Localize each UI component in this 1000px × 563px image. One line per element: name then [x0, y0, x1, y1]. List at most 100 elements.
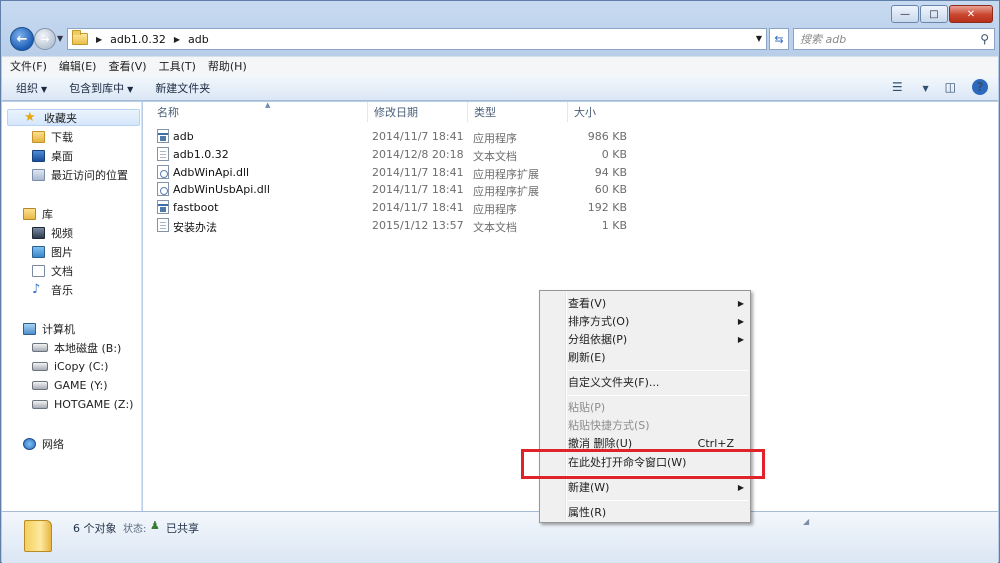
nav-desktop[interactable]: 桌面 — [32, 147, 73, 164]
refresh-button[interactable]: ⇆ — [769, 28, 789, 50]
menu-view[interactable]: 查看(V) — [108, 58, 146, 74]
table-row[interactable]: 安装办法 2015/1/12 13:57 文本文档 1 KB — [143, 217, 643, 235]
nav-label: GAME (Y:) — [54, 379, 108, 392]
nav-computer[interactable]: 计算机 — [23, 320, 75, 337]
minimize-button[interactable]: — — [891, 5, 919, 23]
menu-item-view[interactable]: 查看(V) ▶ — [568, 294, 748, 312]
resize-grip-icon[interactable]: ◢ — [803, 517, 809, 526]
nav-libraries[interactable]: 库 — [23, 205, 53, 222]
column-header-label: 大小 — [574, 106, 596, 119]
folder-icon — [72, 30, 88, 45]
document-icon — [32, 264, 45, 277]
maximize-button[interactable]: □ — [920, 5, 948, 23]
help-icon[interactable]: ? — [972, 79, 988, 95]
menu-help[interactable]: 帮助(H) — [208, 58, 247, 74]
menu-item-sort[interactable]: 排序方式(O) ▶ — [568, 312, 748, 330]
column-header-size[interactable]: 大小 — [568, 102, 633, 122]
file-size: 986 KB — [587, 130, 627, 143]
nav-downloads[interactable]: 下载 — [32, 128, 73, 145]
column-header-date[interactable]: 修改日期 — [368, 102, 468, 122]
preview-pane-icon[interactable]: ◫ — [945, 80, 956, 94]
breadcrumb-item[interactable]: adb1.0.32 — [110, 33, 166, 46]
column-header-type[interactable]: 类型 — [468, 102, 568, 122]
include-library-label: 包含到库中 — [69, 81, 125, 95]
state-value: 已共享 — [166, 522, 199, 535]
organize-label: 组织 — [16, 81, 38, 95]
dll-file-icon — [157, 165, 169, 179]
dll-file-icon — [157, 182, 169, 196]
nav-label: 文档 — [51, 264, 73, 278]
nav-label: 视频 — [51, 226, 73, 240]
menu-item-properties[interactable]: 属性(R) — [568, 503, 748, 521]
include-library-button[interactable]: 包含到库中 ▼ — [69, 80, 133, 96]
menu-item-paste-shortcut: 粘贴快捷方式(S) — [568, 416, 748, 434]
library-icon — [23, 207, 36, 220]
breadcrumb-arrow-icon[interactable]: ▶ — [174, 35, 180, 44]
menu-item-refresh[interactable]: 刷新(E) — [568, 348, 748, 366]
nav-music[interactable]: ♪ 音乐 — [32, 281, 73, 298]
shared-users-icon: ♟ — [150, 519, 160, 532]
nav-label: 桌面 — [51, 149, 73, 163]
file-size: 94 KB — [594, 166, 627, 179]
search-input[interactable]: 搜索 adb ⚲ — [793, 28, 995, 50]
nav-label: 音乐 — [51, 283, 73, 297]
breadcrumb-item[interactable]: adb — [188, 33, 209, 46]
column-header-label: 类型 — [474, 106, 496, 119]
close-button[interactable]: ✕ — [949, 5, 993, 23]
table-row[interactable]: adb1.0.32 2014/12/8 20:18 文本文档 0 KB — [143, 146, 643, 164]
submenu-arrow-icon: ▶ — [737, 298, 744, 308]
menu-item-new[interactable]: 新建(W) ▶ — [568, 478, 748, 496]
file-date: 2014/11/7 18:41 — [372, 201, 464, 214]
address-bar[interactable]: ▶ adb1.0.32 ▶ adb ▼ — [67, 28, 767, 50]
nav-videos[interactable]: 视频 — [32, 224, 73, 241]
menu-item-group[interactable]: 分组依据(P) ▶ — [568, 330, 748, 348]
nav-label: 库 — [42, 207, 53, 221]
table-row[interactable]: AdbWinApi.dll 2014/11/7 18:41 应用程序扩展 94 … — [143, 164, 643, 182]
address-dropdown-icon[interactable]: ▼ — [756, 34, 762, 43]
submenu-arrow-icon: ▶ — [737, 334, 744, 344]
menu-item-customize[interactable]: 自定义文件夹(F)... — [568, 373, 748, 391]
nav-drive-b[interactable]: 本地磁盘 (B:) — [32, 339, 121, 356]
shortcut-hint: Ctrl+Z — [697, 436, 734, 450]
state-label: 状态: — [123, 524, 147, 535]
context-menu: 查看(V) ▶ 排序方式(O) ▶ 分组依据(P) ▶ 刷新(E) 自定义文件夹(F)… — [539, 290, 751, 523]
breadcrumb-arrow-icon[interactable]: ▶ — [96, 35, 102, 44]
nav-documents[interactable]: 文档 — [32, 262, 73, 279]
menu-file[interactable]: 文件(F) — [10, 58, 47, 74]
menu-separator — [568, 500, 748, 501]
system-drive-icon — [32, 362, 48, 371]
drive-icon — [32, 343, 48, 352]
file-type: 应用程序 — [473, 203, 517, 216]
organize-button[interactable]: 组织 ▼ — [16, 80, 47, 96]
nav-pictures[interactable]: 图片 — [32, 243, 73, 260]
file-size: 0 KB — [601, 148, 627, 161]
menu-item-label: 分组依据(P) — [568, 333, 628, 346]
new-folder-button[interactable]: 新建文件夹 — [155, 80, 210, 96]
search-icon[interactable]: ⚲ — [980, 32, 989, 46]
file-size: 1 KB — [601, 219, 627, 232]
table-row[interactable]: adb 2014/11/7 18:41 应用程序 986 KB — [143, 128, 643, 146]
nav-favorites[interactable]: ★ 收藏夹 — [7, 109, 140, 126]
table-row[interactable]: AdbWinUsbApi.dll 2014/11/7 18:41 应用程序扩展 … — [143, 181, 643, 199]
menu-tools[interactable]: 工具(T) — [159, 58, 196, 74]
drive-icon — [32, 381, 48, 390]
details-pane: 6 个对象 状态: ♟ 已共享 ◢ — [2, 511, 998, 563]
file-name: AdbWinApi.dll — [173, 166, 250, 179]
recent-pages-dropdown-icon[interactable]: ▼ — [57, 34, 63, 43]
application-file-icon — [157, 129, 169, 143]
view-options-icon[interactable]: ☰ ▼ — [892, 80, 929, 94]
nav-drive-c[interactable]: iCopy (C:) — [32, 358, 108, 375]
menu-item-label: 属性(R) — [568, 506, 607, 519]
table-row[interactable]: fastboot 2014/11/7 18:41 应用程序 192 KB — [143, 199, 643, 217]
back-button[interactable]: ← — [10, 27, 34, 51]
nav-drive-y[interactable]: GAME (Y:) — [32, 377, 108, 394]
submenu-arrow-icon: ▶ — [737, 316, 744, 326]
view-controls: ☰ ▼ ◫ ? — [876, 79, 988, 95]
column-header-name[interactable]: 名称 ▲ — [151, 101, 368, 122]
nav-label: 下载 — [51, 130, 73, 144]
forward-button[interactable]: → — [34, 28, 56, 50]
nav-network[interactable]: 网络 — [23, 435, 64, 452]
nav-drive-z[interactable]: HOTGAME (Z:) — [32, 396, 133, 413]
nav-recent[interactable]: 最近访问的位置 — [32, 166, 128, 183]
menu-edit[interactable]: 编辑(E) — [59, 58, 97, 74]
